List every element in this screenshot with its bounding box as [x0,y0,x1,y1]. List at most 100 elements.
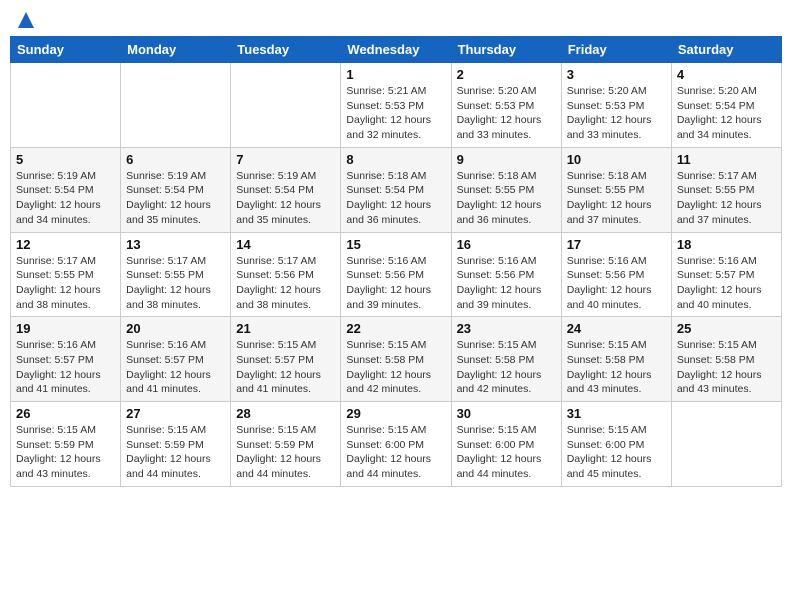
day-info: Sunrise: 5:15 AMSunset: 5:59 PMDaylight:… [126,423,225,482]
day-info: Sunrise: 5:19 AMSunset: 5:54 PMDaylight:… [126,169,225,228]
day-number: 31 [567,406,666,421]
calendar-header-sunday: Sunday [11,37,121,63]
calendar-cell: 1 Sunrise: 5:21 AMSunset: 5:53 PMDaylight… [341,63,451,148]
day-info: Sunrise: 5:18 AMSunset: 5:55 PMDaylight:… [567,169,666,228]
calendar-week-row: 1 Sunrise: 5:21 AMSunset: 5:53 PMDaylight… [11,63,782,148]
calendar-header-friday: Friday [561,37,671,63]
day-number: 8 [346,152,445,167]
day-info: Sunrise: 5:15 AMSunset: 5:58 PMDaylight:… [677,338,776,397]
calendar-cell: 29 Sunrise: 5:15 AMSunset: 6:00 PMDayligh… [341,402,451,487]
day-number: 2 [457,67,556,82]
day-info: Sunrise: 5:20 AMSunset: 5:54 PMDaylight:… [677,84,776,143]
day-info: Sunrise: 5:15 AMSunset: 5:59 PMDaylight:… [236,423,335,482]
calendar-header-thursday: Thursday [451,37,561,63]
calendar-cell: 19 Sunrise: 5:16 AMSunset: 5:57 PMDayligh… [11,317,121,402]
calendar-header-monday: Monday [121,37,231,63]
calendar-cell: 31 Sunrise: 5:15 AMSunset: 6:00 PMDayligh… [561,402,671,487]
calendar-table: SundayMondayTuesdayWednesdayThursdayFrid… [10,36,782,487]
day-info: Sunrise: 5:16 AMSunset: 5:56 PMDaylight:… [567,254,666,313]
day-number: 9 [457,152,556,167]
calendar-cell: 14Sunrise: 5:17 AMSunset: 5:56 PMDayligh… [231,232,341,317]
day-number: 21 [236,321,335,336]
day-info: Sunrise: 5:19 AMSunset: 5:54 PMDaylight:… [16,169,115,228]
day-info: Sunrise: 5:15 AMSunset: 6:00 PMDaylight:… [346,423,445,482]
day-number: 18 [677,237,776,252]
calendar-header-row: SundayMondayTuesdayWednesdayThursdayFrid… [11,37,782,63]
day-number: 17 [567,237,666,252]
calendar-header-wednesday: Wednesday [341,37,451,63]
day-info: Sunrise: 5:18 AMSunset: 5:54 PMDaylight:… [346,169,445,228]
day-number: 25 [677,321,776,336]
calendar-week-row: 12Sunrise: 5:17 AMSunset: 5:55 PMDayligh… [11,232,782,317]
calendar-cell: 15 Sunrise: 5:16 AMSunset: 5:56 PMDayligh… [341,232,451,317]
day-info: Sunrise: 5:20 AMSunset: 5:53 PMDaylight:… [457,84,556,143]
day-number: 3 [567,67,666,82]
day-info: Sunrise: 5:17 AMSunset: 5:55 PMDaylight:… [126,254,225,313]
day-info: Sunrise: 5:16 AMSunset: 5:57 PMDaylight:… [16,338,115,397]
day-info: Sunrise: 5:16 AMSunset: 5:56 PMDaylight:… [457,254,556,313]
calendar-cell: 27 Sunrise: 5:15 AMSunset: 5:59 PMDayligh… [121,402,231,487]
calendar-cell: 25 Sunrise: 5:15 AMSunset: 5:58 PMDayligh… [671,317,781,402]
day-number: 23 [457,321,556,336]
day-info: Sunrise: 5:15 AMSunset: 5:59 PMDaylight:… [16,423,115,482]
day-number: 6 [126,152,225,167]
day-number: 20 [126,321,225,336]
day-number: 19 [16,321,115,336]
day-number: 30 [457,406,556,421]
day-number: 24 [567,321,666,336]
day-number: 1 [346,67,445,82]
day-info: Sunrise: 5:15 AMSunset: 6:00 PMDaylight:… [567,423,666,482]
calendar-cell [671,402,781,487]
day-info: Sunrise: 5:21 AMSunset: 5:53 PMDaylight:… [346,84,445,143]
calendar-cell: 20 Sunrise: 5:16 AMSunset: 5:57 PMDayligh… [121,317,231,402]
calendar-header-saturday: Saturday [671,37,781,63]
calendar-cell: 9Sunrise: 5:18 AMSunset: 5:55 PMDaylight… [451,147,561,232]
calendar-cell: 24 Sunrise: 5:15 AMSunset: 5:58 PMDayligh… [561,317,671,402]
day-info: Sunrise: 5:15 AMSunset: 5:58 PMDaylight:… [567,338,666,397]
calendar-cell [11,63,121,148]
calendar-cell: 22 Sunrise: 5:15 AMSunset: 5:58 PMDayligh… [341,317,451,402]
day-info: Sunrise: 5:19 AMSunset: 5:54 PMDaylight:… [236,169,335,228]
day-info: Sunrise: 5:20 AMSunset: 5:53 PMDaylight:… [567,84,666,143]
calendar-cell: 12Sunrise: 5:17 AMSunset: 5:55 PMDayligh… [11,232,121,317]
calendar-week-row: 19 Sunrise: 5:16 AMSunset: 5:57 PMDayligh… [11,317,782,402]
calendar-header-tuesday: Tuesday [231,37,341,63]
day-info: Sunrise: 5:15 AMSunset: 5:58 PMDaylight:… [457,338,556,397]
day-info: Sunrise: 5:15 AMSunset: 5:57 PMDaylight:… [236,338,335,397]
calendar-cell: 5 Sunrise: 5:19 AMSunset: 5:54 PMDaylight… [11,147,121,232]
day-number: 15 [346,237,445,252]
page-header [10,10,782,30]
calendar-cell: 26 Sunrise: 5:15 AMSunset: 5:59 PMDayligh… [11,402,121,487]
day-info: Sunrise: 5:17 AMSunset: 5:55 PMDaylight:… [677,169,776,228]
calendar-week-row: 5 Sunrise: 5:19 AMSunset: 5:54 PMDaylight… [11,147,782,232]
day-info: Sunrise: 5:15 AMSunset: 5:58 PMDaylight:… [346,338,445,397]
calendar-cell: 3 Sunrise: 5:20 AMSunset: 5:53 PMDaylight… [561,63,671,148]
day-info: Sunrise: 5:16 AMSunset: 5:56 PMDaylight:… [346,254,445,313]
logo [14,10,36,30]
day-number: 27 [126,406,225,421]
calendar-cell: 16 Sunrise: 5:16 AMSunset: 5:56 PMDayligh… [451,232,561,317]
day-number: 16 [457,237,556,252]
calendar-cell: 23 Sunrise: 5:15 AMSunset: 5:58 PMDayligh… [451,317,561,402]
day-number: 26 [16,406,115,421]
day-info: Sunrise: 5:15 AMSunset: 6:00 PMDaylight:… [457,423,556,482]
day-number: 11 [677,152,776,167]
day-number: 7 [236,152,335,167]
calendar-cell: 17 Sunrise: 5:16 AMSunset: 5:56 PMDayligh… [561,232,671,317]
calendar-cell [231,63,341,148]
calendar-cell: 2 Sunrise: 5:20 AMSunset: 5:53 PMDaylight… [451,63,561,148]
day-info: Sunrise: 5:16 AMSunset: 5:57 PMDaylight:… [126,338,225,397]
day-number: 29 [346,406,445,421]
calendar-cell: 30 Sunrise: 5:15 AMSunset: 6:00 PMDayligh… [451,402,561,487]
day-info: Sunrise: 5:17 AMSunset: 5:55 PMDaylight:… [16,254,115,313]
day-number: 22 [346,321,445,336]
calendar-cell: 13 Sunrise: 5:17 AMSunset: 5:55 PMDayligh… [121,232,231,317]
day-number: 10 [567,152,666,167]
calendar-cell: 6 Sunrise: 5:19 AMSunset: 5:54 PMDaylight… [121,147,231,232]
day-number: 14 [236,237,335,252]
day-number: 13 [126,237,225,252]
calendar-cell: 7 Sunrise: 5:19 AMSunset: 5:54 PMDaylight… [231,147,341,232]
day-info: Sunrise: 5:16 AMSunset: 5:57 PMDaylight:… [677,254,776,313]
day-number: 5 [16,152,115,167]
calendar-cell: 18 Sunrise: 5:16 AMSunset: 5:57 PMDayligh… [671,232,781,317]
